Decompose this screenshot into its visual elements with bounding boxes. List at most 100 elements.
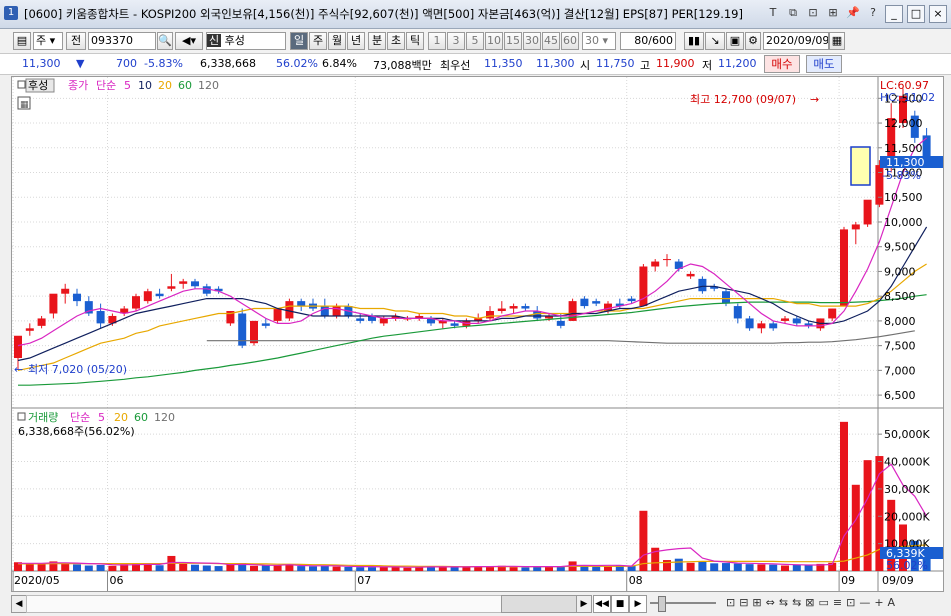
- candle-body[interactable]: [592, 301, 601, 304]
- candle-body[interactable]: [202, 286, 211, 294]
- trend-tool-icon[interactable]: ↘: [705, 32, 725, 50]
- pin-icon[interactable]: 📌: [845, 5, 861, 21]
- chart-menu-icon[interactable]: ▤: [13, 32, 31, 50]
- volume-bar[interactable]: [356, 567, 365, 571]
- volume-bar[interactable]: [344, 566, 353, 571]
- interval-1[interactable]: 1: [428, 32, 446, 50]
- candle-body[interactable]: [745, 318, 754, 329]
- candle-body[interactable]: [250, 320, 258, 344]
- volume-bar[interactable]: [781, 565, 789, 571]
- candle-body[interactable]: [781, 318, 789, 321]
- sound-icon[interactable]: ◀▾: [175, 32, 203, 50]
- volume-bar[interactable]: [250, 565, 258, 571]
- stock-code-input[interactable]: 093370: [88, 32, 156, 50]
- candle-body[interactable]: [733, 306, 742, 319]
- period-minute[interactable]: 분: [368, 32, 386, 50]
- volume-bar[interactable]: [710, 563, 719, 571]
- candle-body[interactable]: [179, 281, 188, 284]
- type-select[interactable]: 주 ▾: [33, 32, 63, 50]
- candle-body[interactable]: [509, 306, 518, 309]
- candle-body[interactable]: [722, 291, 730, 304]
- candle-body[interactable]: [757, 323, 766, 329]
- candle-body[interactable]: [297, 301, 306, 307]
- candle-body[interactable]: [651, 261, 660, 267]
- volume-bar[interactable]: [757, 564, 766, 571]
- volume-bar[interactable]: [592, 566, 601, 571]
- period-day[interactable]: 일: [290, 32, 308, 50]
- volume-bar[interactable]: [509, 567, 518, 571]
- candle-body[interactable]: [273, 308, 282, 321]
- layout-icon[interactable]: ⊞: [825, 5, 841, 21]
- candle-body[interactable]: [49, 293, 58, 314]
- candle-body[interactable]: [155, 293, 164, 297]
- close-button[interactable]: ×: [929, 5, 947, 23]
- candle-body[interactable]: [556, 320, 565, 326]
- candle-body[interactable]: [521, 306, 530, 309]
- volume-bar[interactable]: [792, 564, 801, 571]
- candle-body[interactable]: [851, 224, 860, 230]
- volume-bar[interactable]: [545, 566, 553, 571]
- volume-bar[interactable]: [403, 567, 412, 571]
- interval-5[interactable]: 5: [466, 32, 484, 50]
- prev-button[interactable]: 전: [66, 32, 86, 50]
- volume-bar[interactable]: [415, 567, 424, 571]
- candle-body[interactable]: [167, 286, 176, 289]
- horizontal-scrollbar[interactable]: [26, 595, 502, 613]
- volume-bar[interactable]: [261, 565, 270, 571]
- candle-body[interactable]: [379, 318, 388, 324]
- candle-body[interactable]: [840, 229, 848, 307]
- bottom-tool-icons[interactable]: ⊡⊟⊞⇔⇆⇆⊠▭≡⊡—+A: [726, 595, 946, 611]
- volume-bar[interactable]: [309, 566, 317, 571]
- zoom-slider-handle[interactable]: [658, 596, 666, 612]
- candle-body[interactable]: [663, 259, 671, 261]
- volume-bar[interactable]: [639, 510, 648, 571]
- volume-bar[interactable]: [273, 565, 282, 571]
- buy-button[interactable]: 매수: [764, 55, 800, 73]
- candle-body[interactable]: [769, 323, 778, 329]
- volume-bar[interactable]: [202, 565, 211, 571]
- period-tick[interactable]: 틱: [406, 32, 424, 50]
- candle-body[interactable]: [143, 291, 152, 302]
- minimize-button[interactable]: _: [885, 5, 903, 23]
- candle-style-icon[interactable]: ▮▮: [684, 32, 704, 50]
- candle-body[interactable]: [73, 293, 81, 302]
- volume-bar[interactable]: [462, 566, 471, 571]
- volume-bar[interactable]: [722, 563, 730, 571]
- candle-body[interactable]: [863, 199, 872, 225]
- text-tool-icon[interactable]: T: [765, 5, 781, 21]
- candle-body[interactable]: [356, 318, 365, 321]
- period-second[interactable]: 초: [387, 32, 405, 50]
- stock-name-field[interactable]: 신 후성: [206, 32, 286, 50]
- stop-icon[interactable]: ■: [611, 595, 629, 613]
- candle-body[interactable]: [61, 288, 70, 294]
- interval-select[interactable]: 30 ▾: [582, 32, 616, 50]
- volume-bar[interactable]: [108, 565, 117, 571]
- volume-bar[interactable]: [214, 566, 223, 571]
- candle-body[interactable]: [580, 298, 589, 307]
- candle-body[interactable]: [320, 306, 329, 316]
- candle-body[interactable]: [922, 135, 931, 158]
- candle-body[interactable]: [25, 328, 34, 331]
- candle-body[interactable]: [332, 306, 341, 316]
- chart-area[interactable]: 12,500 12,000 11,500 11,000 10,500 10,000 9,50…: [11, 76, 944, 592]
- volume-bar[interactable]: [368, 567, 376, 571]
- period-week[interactable]: 주: [309, 32, 327, 50]
- interval-3[interactable]: 3: [447, 32, 465, 50]
- maximize-button[interactable]: □: [907, 5, 925, 23]
- chart-svg[interactable]: 12,50012,00011,50011,00010,50010,0009,50…: [12, 77, 943, 591]
- volume-bar[interactable]: [155, 565, 164, 571]
- candle-body[interactable]: [261, 323, 270, 326]
- candle-body[interactable]: [497, 308, 506, 312]
- volume-bar[interactable]: [332, 566, 341, 571]
- selection-box[interactable]: [850, 146, 871, 186]
- scrollbar-thumb[interactable]: [501, 595, 577, 613]
- volume-bar[interactable]: [604, 566, 612, 571]
- period-year[interactable]: 년: [347, 32, 365, 50]
- candle-body[interactable]: [698, 278, 707, 292]
- volume-bar[interactable]: [84, 565, 93, 571]
- interval-45[interactable]: 45: [542, 32, 560, 50]
- volume-bar[interactable]: [804, 565, 813, 571]
- save-icon[interactable]: ▣: [726, 32, 744, 50]
- candle-body[interactable]: [486, 311, 494, 319]
- volume-bar[interactable]: [450, 567, 459, 571]
